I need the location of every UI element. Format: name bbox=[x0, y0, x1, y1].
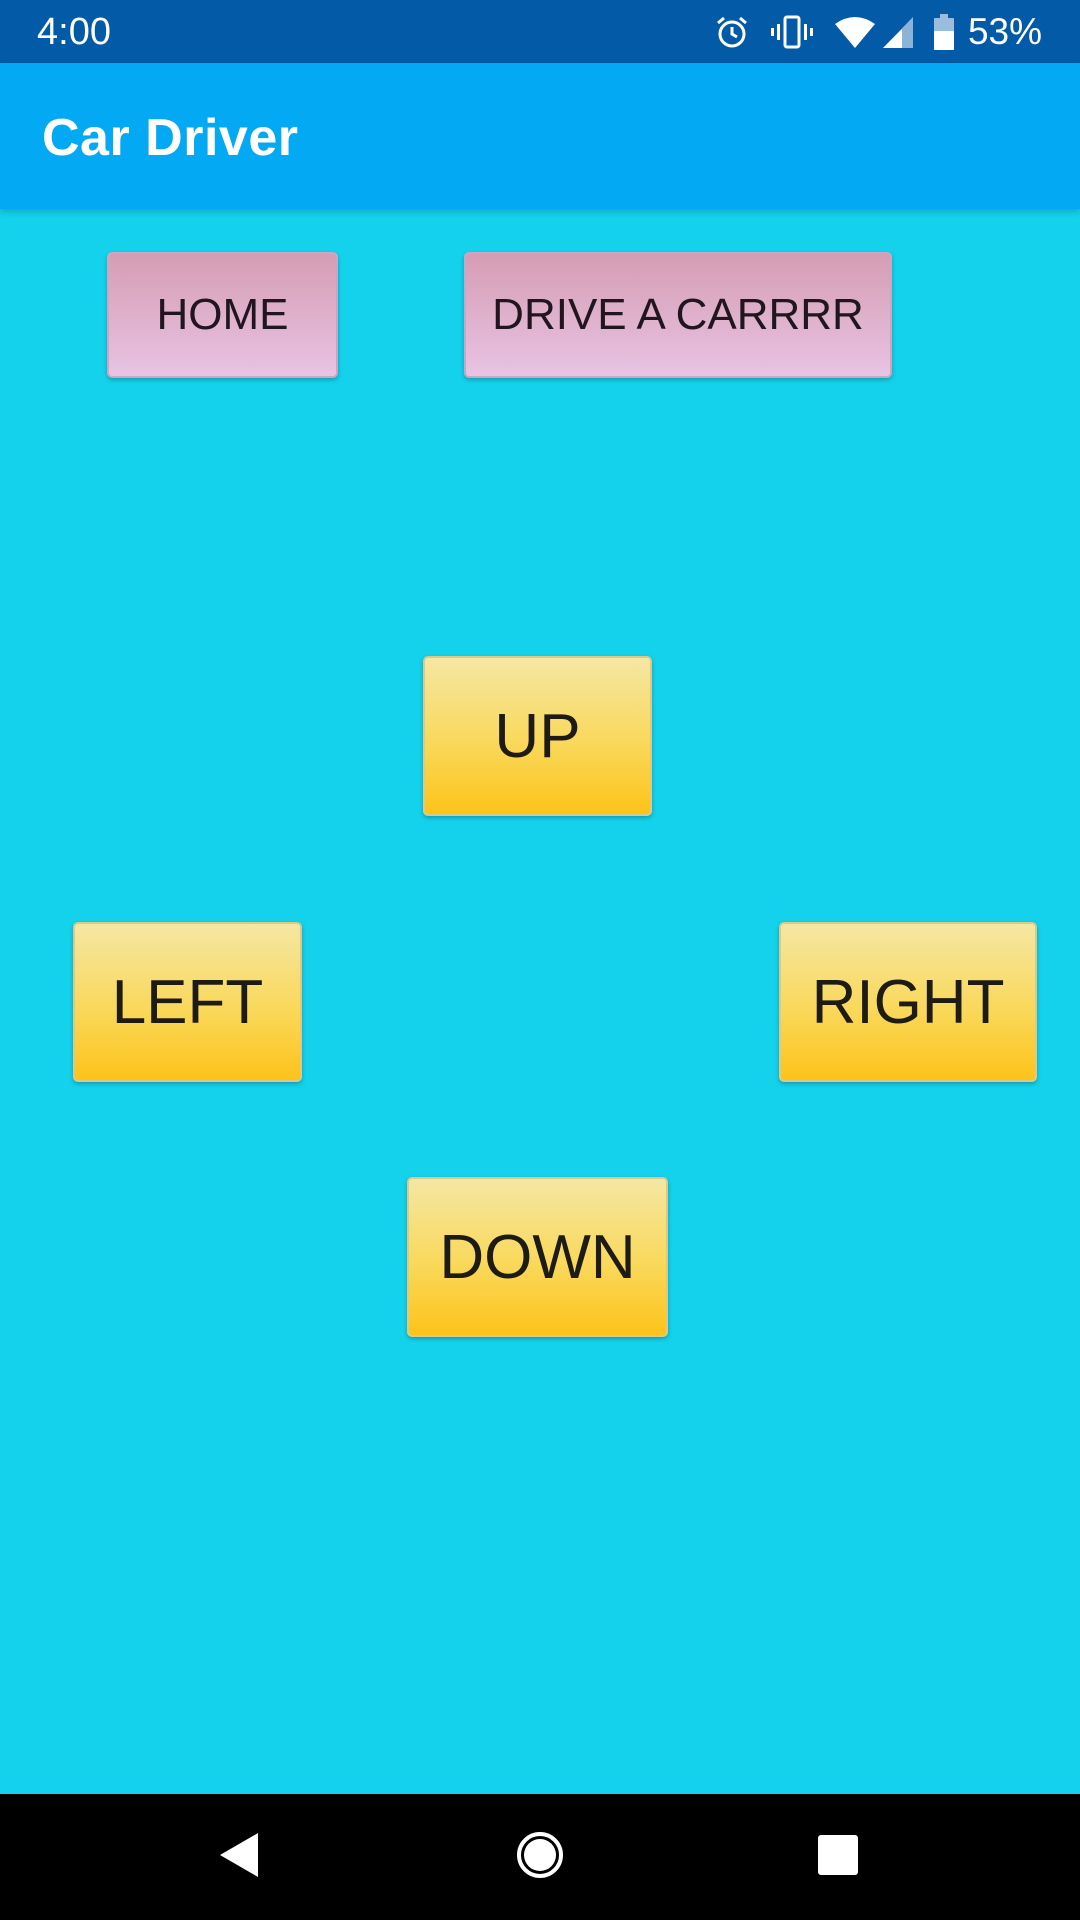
status-time: 4:00 bbox=[37, 11, 111, 53]
home-button[interactable]: HOME bbox=[107, 252, 338, 378]
alarm-icon bbox=[714, 14, 750, 50]
battery-percent: 53% bbox=[967, 11, 1042, 52]
left-button[interactable]: LEFT bbox=[73, 922, 302, 1082]
status-icons: 53% bbox=[714, 8, 1042, 56]
drive-a-car-button[interactable]: DRIVE A CARRRR bbox=[464, 252, 892, 378]
up-button[interactable]: UP bbox=[423, 656, 652, 816]
home-circle-icon bbox=[515, 1830, 565, 1885]
back-icon bbox=[218, 1831, 262, 1884]
wifi-icon bbox=[834, 15, 876, 49]
down-button[interactable]: DOWN bbox=[407, 1177, 668, 1337]
vibrate-icon bbox=[770, 14, 814, 50]
cell-signal-icon bbox=[882, 15, 914, 49]
home-nav-button[interactable] bbox=[504, 1821, 576, 1893]
app-bar: Car Driver bbox=[0, 63, 1080, 209]
navigation-bar bbox=[0, 1794, 1080, 1920]
recents-icon bbox=[817, 1834, 859, 1881]
app-title: Car Driver bbox=[42, 109, 299, 167]
recents-button[interactable] bbox=[802, 1821, 874, 1893]
right-button[interactable]: RIGHT bbox=[779, 922, 1037, 1082]
battery-icon bbox=[933, 14, 954, 50]
back-button[interactable] bbox=[204, 1821, 276, 1893]
status-bar: 4:00 53% bbox=[0, 0, 1080, 63]
screen: 4:00 53% Car Driver HOME DRIVE A CARRRR … bbox=[0, 0, 1080, 1920]
